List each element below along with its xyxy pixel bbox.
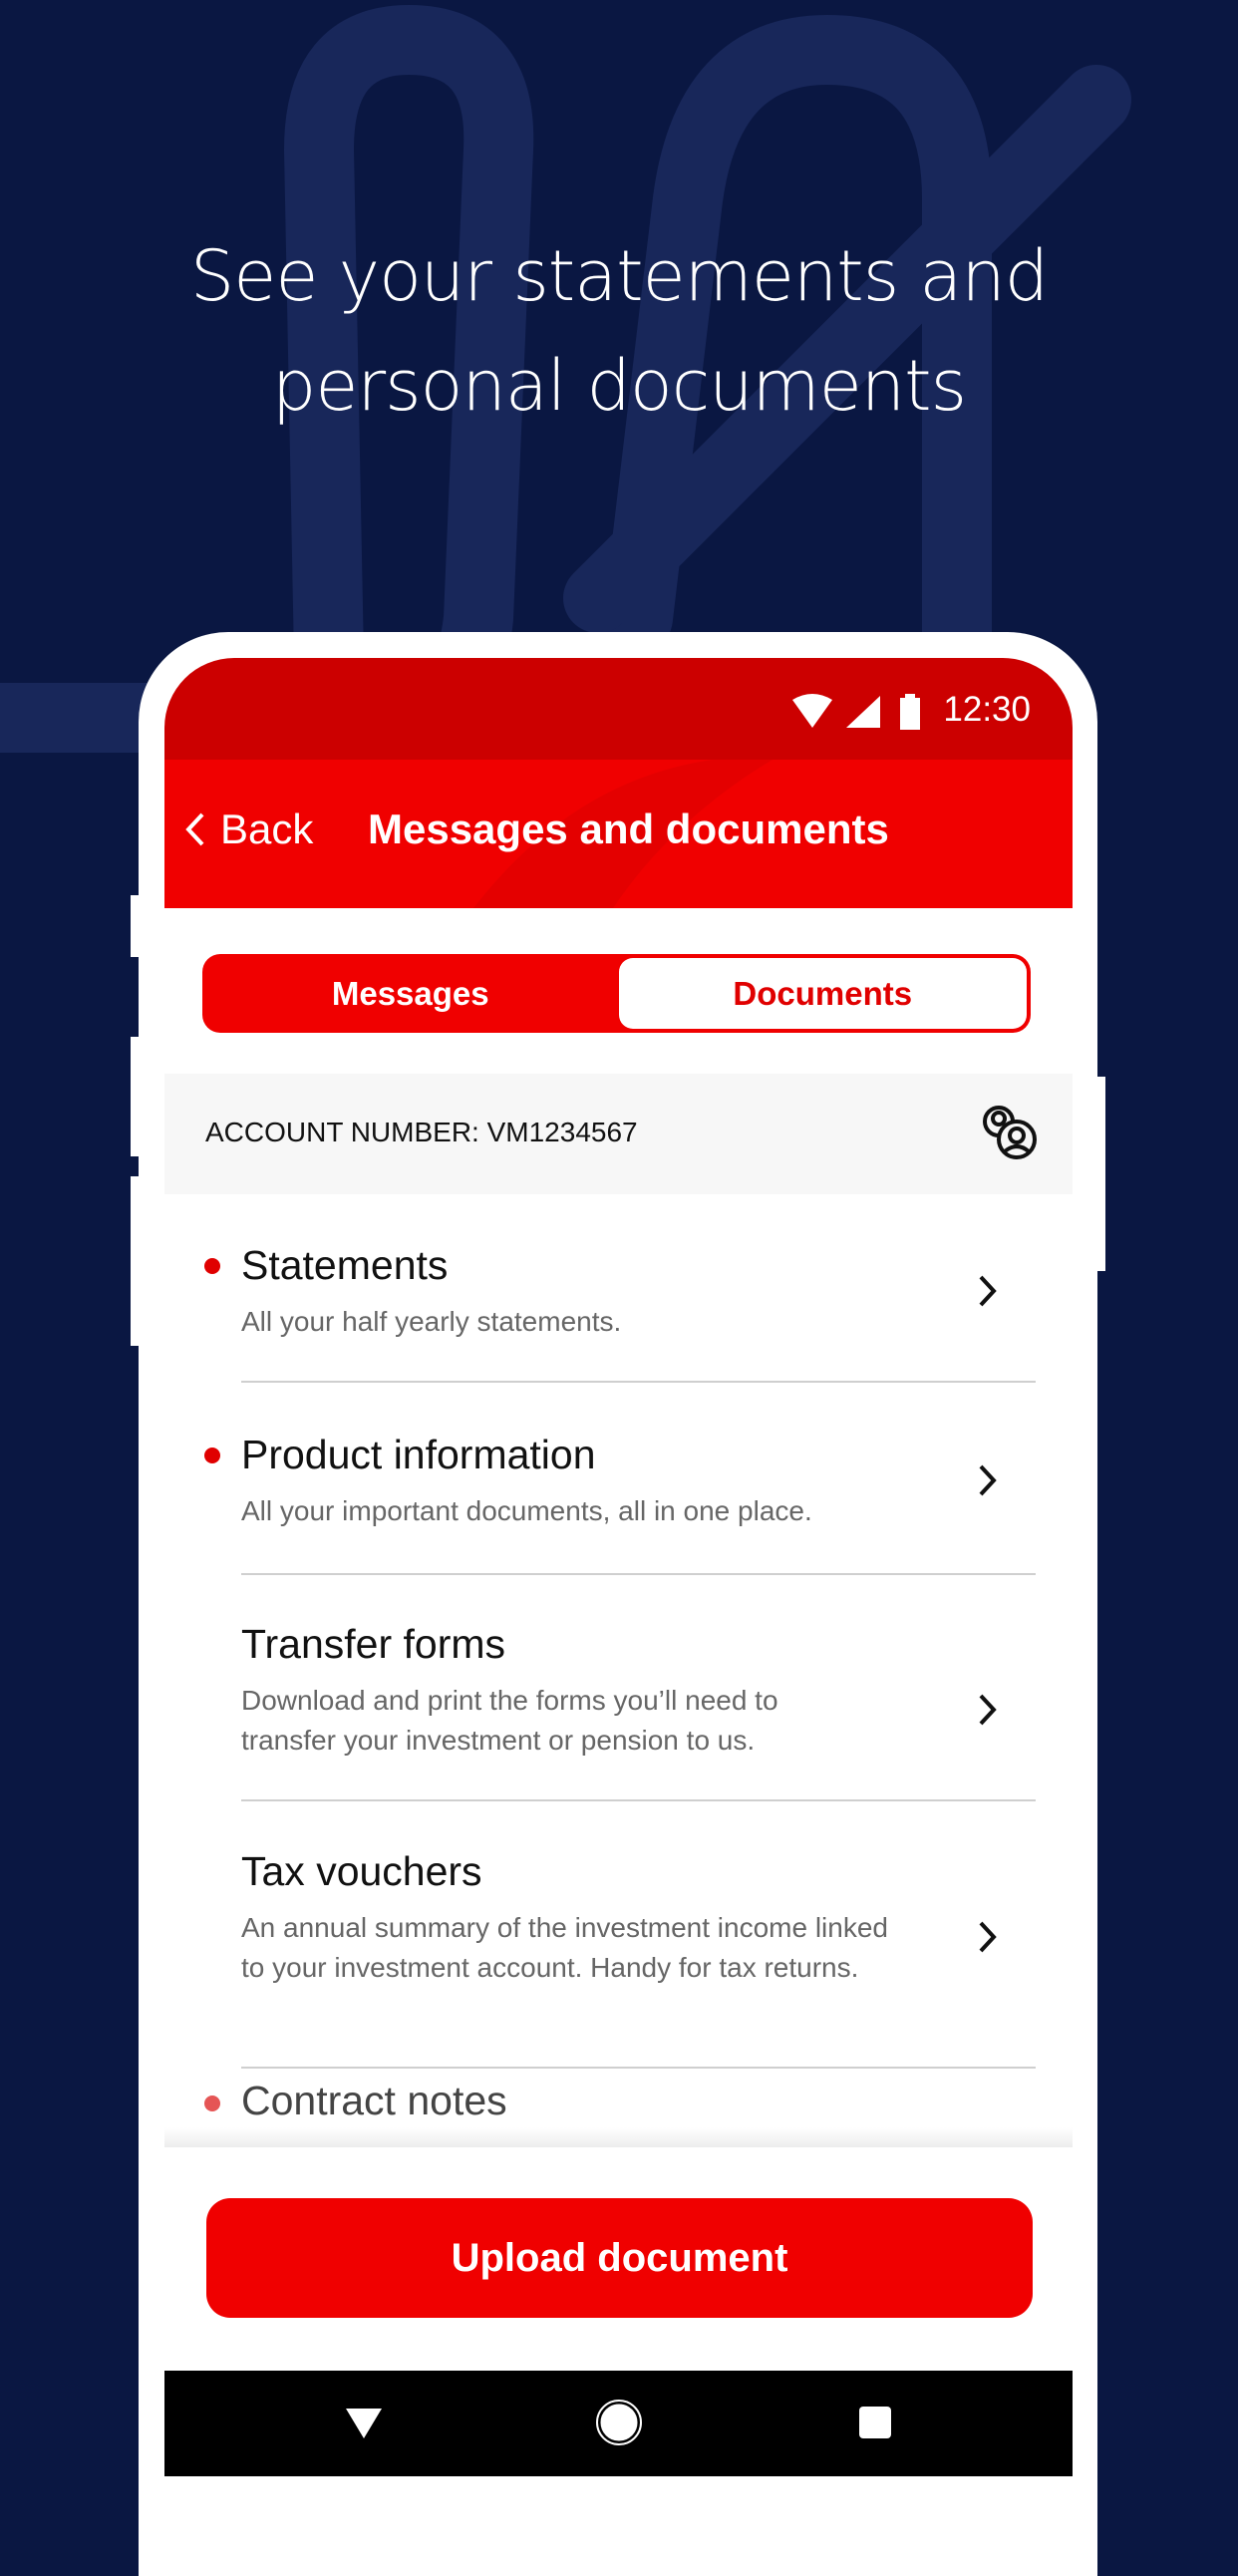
battery-icon bbox=[900, 694, 920, 730]
phone-button bbox=[1097, 1077, 1105, 1271]
home-icon[interactable] bbox=[595, 2399, 643, 2446]
back-icon[interactable] bbox=[344, 2407, 384, 2440]
item-subtitle: An annual summary of the investment inco… bbox=[241, 1912, 888, 1983]
list-item-transfer-forms[interactable]: Transfer forms Download and print the fo… bbox=[164, 1605, 1073, 1804]
item-title: Contract notes bbox=[241, 2078, 507, 2123]
back-button[interactable]: Back bbox=[184, 805, 313, 853]
status-time: 12:30 bbox=[943, 690, 1031, 729]
status-icons bbox=[792, 694, 920, 730]
divider bbox=[241, 1381, 1036, 1383]
app-header: Back Messages and documents bbox=[164, 760, 1073, 908]
bottom-action-bar: Upload document bbox=[164, 2147, 1073, 2371]
chevron-right-icon bbox=[979, 1921, 997, 1953]
chevron-left-icon bbox=[185, 812, 204, 846]
segmented-tabs: Messages Documents bbox=[202, 954, 1031, 1033]
switch-account-icon[interactable] bbox=[979, 1104, 1041, 1165]
system-nav-bar bbox=[164, 2371, 1073, 2476]
list-item-tax-vouchers[interactable]: Tax vouchers An annual summary of the in… bbox=[164, 1832, 1073, 2072]
item-title: Transfer forms bbox=[241, 1621, 506, 1667]
item-subtitle: Download and print the forms you’ll need… bbox=[241, 1685, 778, 1756]
chevron-right-icon bbox=[979, 1464, 997, 1496]
list-item-statements[interactable]: Statements All your half yearly statemen… bbox=[164, 1226, 1073, 1386]
recents-icon[interactable] bbox=[857, 2405, 893, 2440]
tab-documents[interactable]: Documents bbox=[618, 958, 1027, 1029]
phone-button bbox=[131, 1037, 139, 1156]
phone-button bbox=[131, 1176, 139, 1346]
back-label: Back bbox=[220, 805, 314, 852]
item-title: Product information bbox=[241, 1432, 596, 1477]
phone-button bbox=[131, 895, 139, 957]
chevron-right-icon bbox=[979, 1275, 997, 1307]
chevron-right-icon bbox=[979, 1694, 997, 1726]
item-subtitle: All your half yearly statements. bbox=[241, 1306, 622, 1337]
status-bar: 12:30 bbox=[164, 658, 1073, 760]
app-screen: 12:30 Back Messages and documents Messag… bbox=[164, 658, 1073, 2476]
page-title: Messages and documents bbox=[368, 805, 889, 852]
account-bar: ACCOUNT NUMBER: VM1234567 bbox=[164, 1074, 1073, 1194]
list-item-product-information[interactable]: Product information All your important d… bbox=[164, 1416, 1073, 1575]
account-number: ACCOUNT NUMBER: VM1234567 bbox=[205, 1117, 638, 1147]
list-item-contract-notes[interactable]: Contract notes bbox=[164, 2074, 1073, 2145]
unread-dot bbox=[204, 1258, 220, 1274]
headline-line1: See your statements and bbox=[189, 235, 1049, 317]
tab-messages[interactable]: Messages bbox=[206, 958, 615, 1029]
item-title: Statements bbox=[241, 1242, 449, 1288]
headline: See your statements and personal documen… bbox=[0, 221, 1238, 441]
divider bbox=[241, 1573, 1036, 1575]
upload-document-button[interactable]: Upload document bbox=[206, 2198, 1033, 2318]
unread-dot bbox=[204, 2095, 220, 2111]
wifi-icon bbox=[792, 694, 832, 728]
signal-icon bbox=[846, 696, 880, 728]
divider bbox=[241, 1799, 1036, 1801]
item-subtitle: All your important documents, all in one… bbox=[241, 1495, 812, 1526]
unread-dot bbox=[204, 1448, 220, 1463]
headline-line2: personal documents bbox=[271, 345, 967, 427]
item-title: Tax vouchers bbox=[241, 1848, 482, 1894]
divider bbox=[241, 2067, 1036, 2069]
